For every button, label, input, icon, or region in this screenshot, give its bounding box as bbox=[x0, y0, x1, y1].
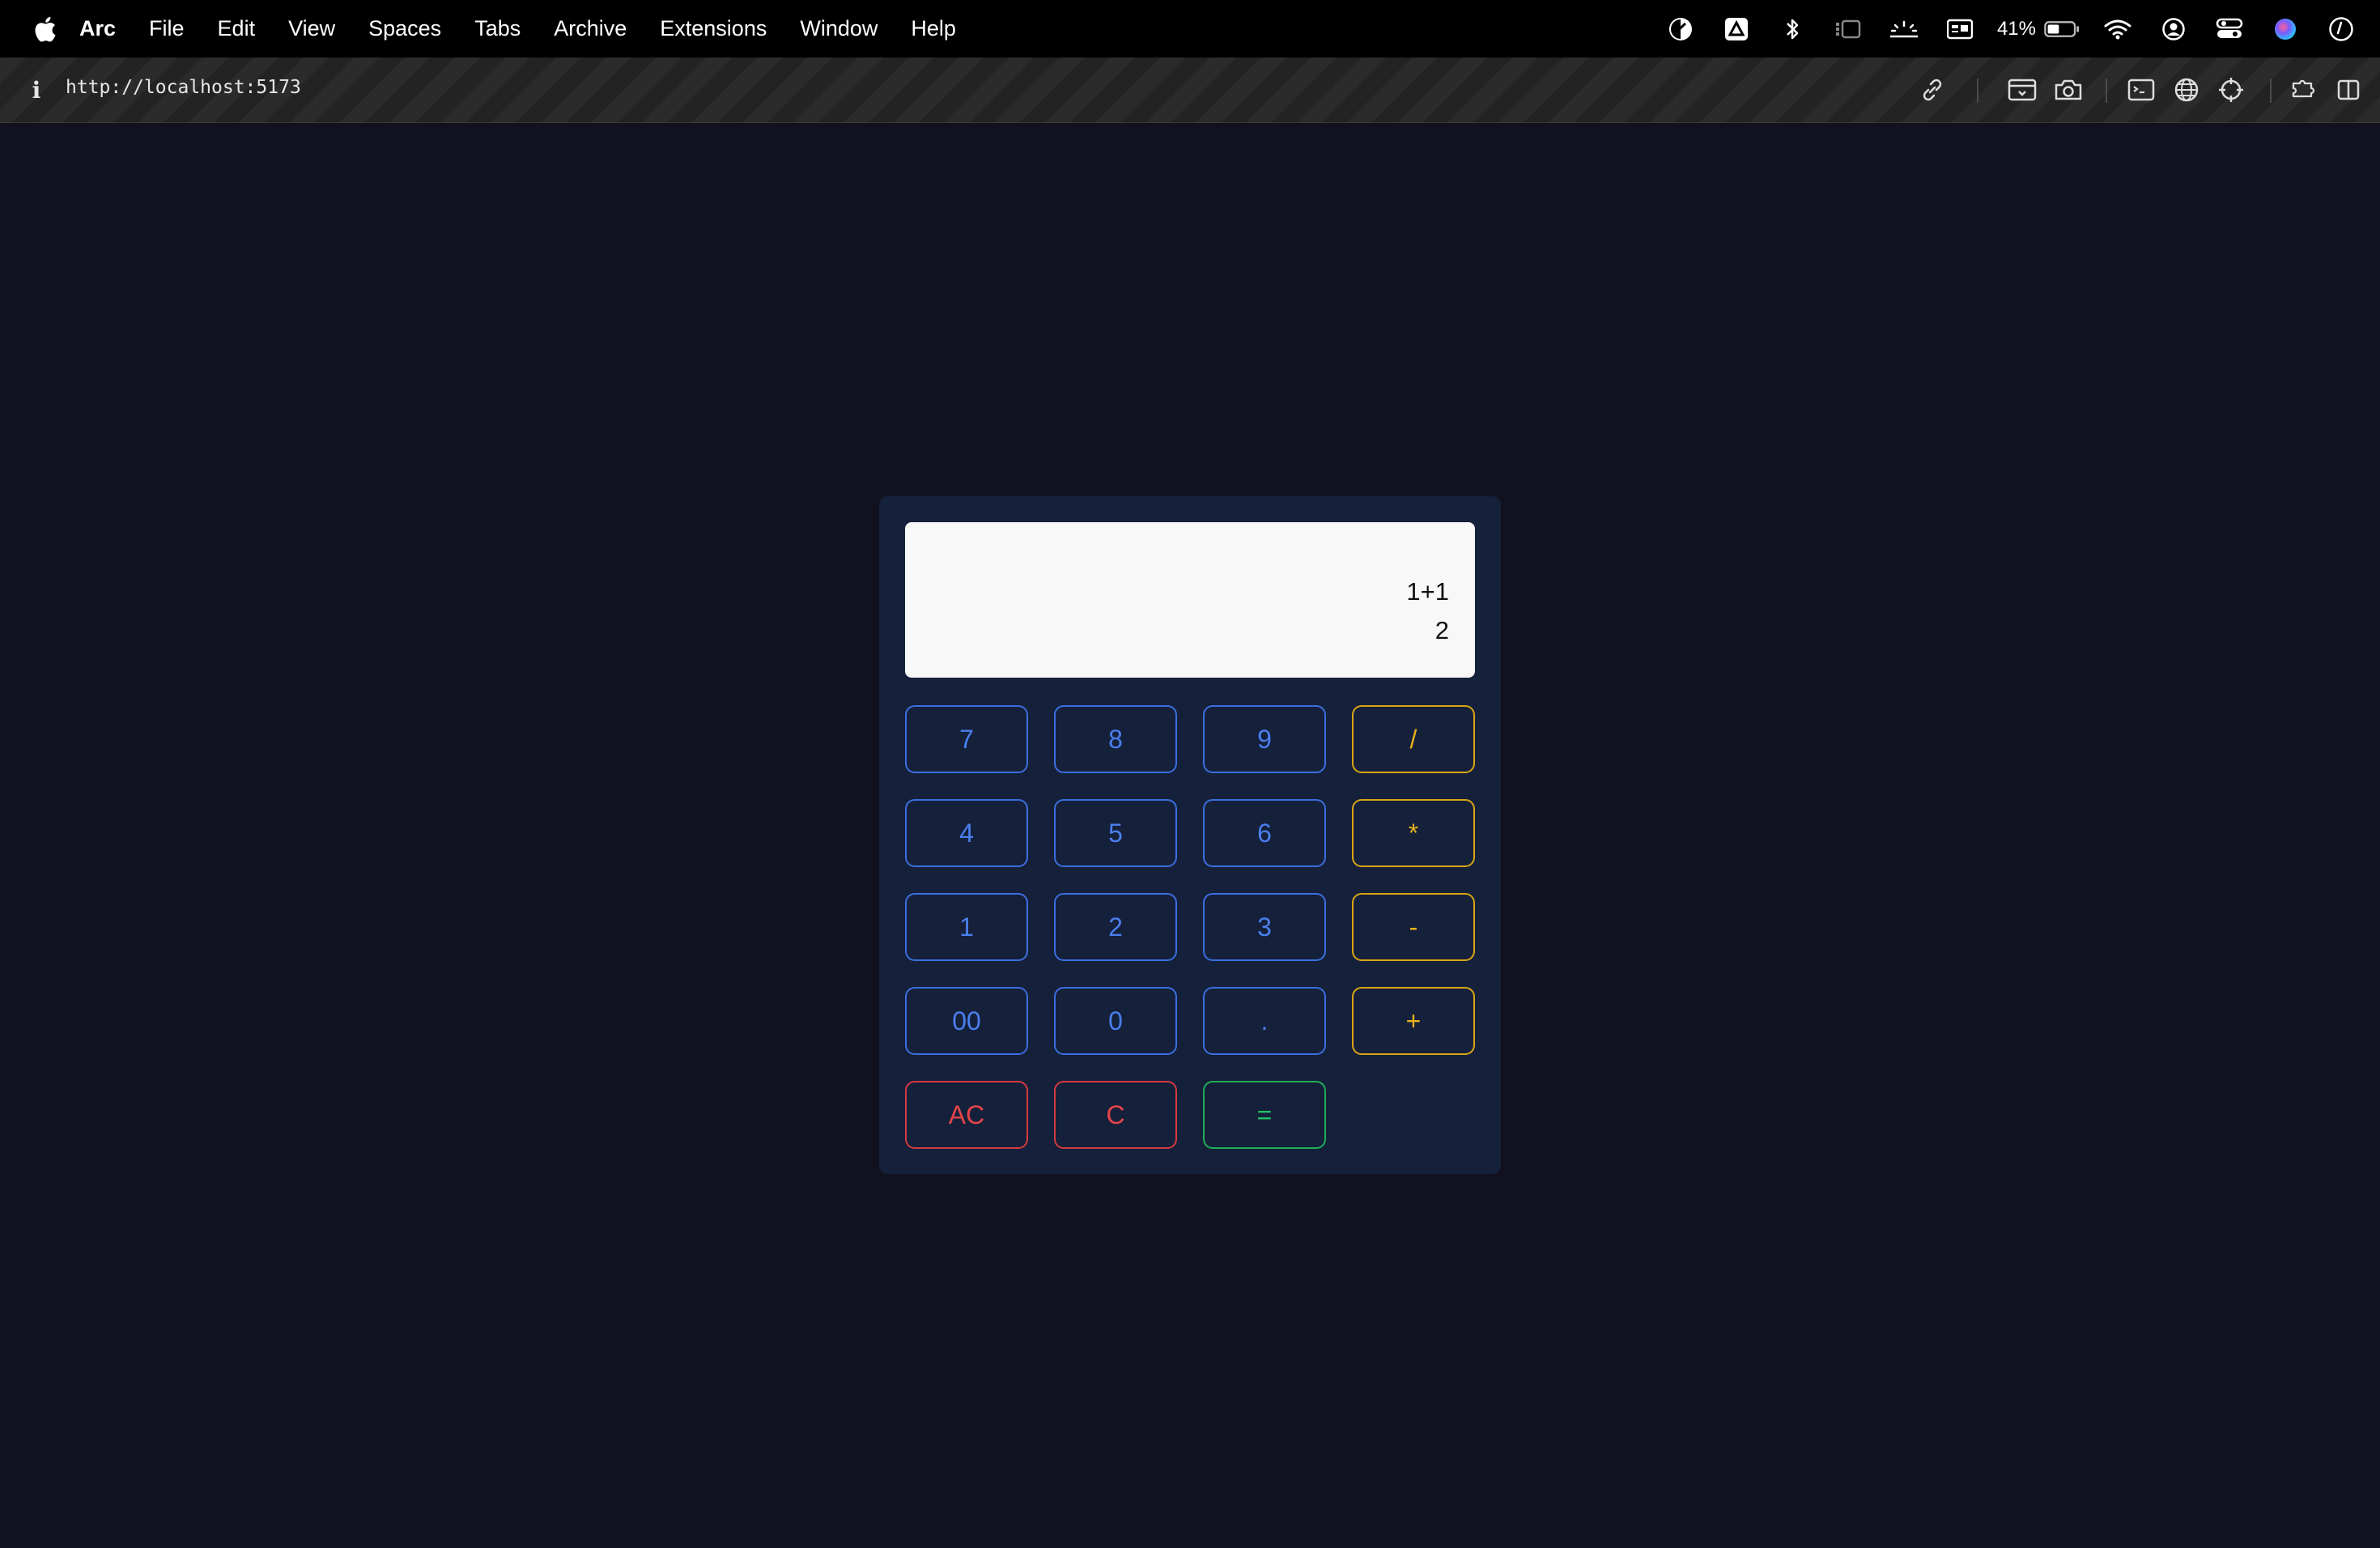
key-equals[interactable]: = bbox=[1203, 1081, 1326, 1149]
clock-icon[interactable] bbox=[2323, 11, 2359, 47]
camera-icon[interactable] bbox=[2052, 74, 2085, 106]
battery-percentage: 41% bbox=[1996, 17, 2036, 40]
menu-file[interactable]: File bbox=[149, 16, 185, 41]
siri-icon[interactable] bbox=[2267, 11, 2303, 47]
key-7[interactable]: 7 bbox=[905, 705, 1028, 773]
key-divide[interactable]: / bbox=[1352, 705, 1475, 773]
menu-edit[interactable]: Edit bbox=[218, 16, 256, 41]
control-center-icon[interactable] bbox=[2212, 11, 2247, 47]
key-1[interactable]: 1 bbox=[905, 893, 1028, 961]
menu-archive[interactable]: Archive bbox=[554, 16, 627, 41]
split-view-icon[interactable] bbox=[2332, 74, 2365, 106]
status-area: 41% bbox=[1643, 0, 2359, 57]
key-multiply[interactable]: * bbox=[1352, 799, 1475, 867]
calculator-display: 1+1 2 bbox=[905, 522, 1475, 678]
key-5[interactable]: 5 bbox=[1054, 799, 1177, 867]
capture-window-icon[interactable] bbox=[2006, 74, 2038, 106]
menu-window[interactable]: Window bbox=[800, 16, 878, 41]
user-account-icon[interactable] bbox=[2156, 11, 2191, 47]
key-0[interactable]: 0 bbox=[1054, 987, 1177, 1055]
calculator: 1+1 2 7 8 9 / 4 5 6 * 1 2 3 - 00 0 . + A… bbox=[879, 496, 1501, 1174]
key-plus[interactable]: + bbox=[1352, 987, 1475, 1055]
bluetooth-icon[interactable] bbox=[1774, 11, 1810, 47]
keyboard-layout-icon[interactable] bbox=[1942, 11, 1978, 47]
copy-link-icon[interactable] bbox=[1916, 74, 1949, 106]
key-3[interactable]: 3 bbox=[1203, 893, 1326, 961]
key-8[interactable]: 8 bbox=[1054, 705, 1177, 773]
crosshair-icon[interactable] bbox=[2215, 74, 2247, 106]
key-6[interactable]: 6 bbox=[1203, 799, 1326, 867]
toolbar-divider bbox=[2106, 79, 2107, 103]
menu-view[interactable]: View bbox=[288, 16, 335, 41]
display-result: 2 bbox=[1434, 616, 1449, 644]
key-decimal[interactable]: . bbox=[1203, 987, 1326, 1055]
menu-extensions[interactable]: Extensions bbox=[660, 16, 767, 41]
toolbar-divider bbox=[1977, 79, 1978, 103]
menu-app-name[interactable]: Arc bbox=[79, 16, 116, 41]
key-minus[interactable]: - bbox=[1352, 893, 1475, 961]
address-bar-url[interactable]: http://localhost:5173 bbox=[66, 77, 301, 98]
key-all-clear[interactable]: AC bbox=[905, 1081, 1028, 1149]
menu-bar: Arc File Edit View Spaces Tabs Archive E… bbox=[0, 0, 2380, 57]
key-00[interactable]: 00 bbox=[905, 987, 1028, 1055]
apple-menu-icon[interactable] bbox=[32, 15, 57, 43]
browser-toolbar: i http://localhost:5173 bbox=[0, 57, 2380, 123]
menu-tabs[interactable]: Tabs bbox=[474, 16, 521, 41]
key-clear[interactable]: C bbox=[1054, 1081, 1177, 1149]
drive-triangle-icon[interactable] bbox=[1719, 11, 1754, 47]
key-4[interactable]: 4 bbox=[905, 799, 1028, 867]
display-expression: 1+1 bbox=[1406, 577, 1449, 606]
battery-icon[interactable] bbox=[2044, 11, 2080, 47]
site-info-icon[interactable]: i bbox=[24, 74, 49, 106]
display-brightness-icon[interactable] bbox=[1886, 11, 1922, 47]
stage-manager-icon[interactable] bbox=[1830, 11, 1866, 47]
extensions-puzzle-icon[interactable] bbox=[2286, 74, 2318, 106]
menu-spaces[interactable]: Spaces bbox=[368, 16, 441, 41]
globe-icon[interactable] bbox=[2170, 74, 2203, 106]
key-2[interactable]: 2 bbox=[1054, 893, 1177, 961]
key-9[interactable]: 9 bbox=[1203, 705, 1326, 773]
terminal-icon[interactable] bbox=[2125, 74, 2157, 106]
half-moon-icon[interactable] bbox=[1663, 11, 1698, 47]
menu-help[interactable]: Help bbox=[911, 16, 956, 41]
wifi-icon[interactable] bbox=[2100, 11, 2136, 47]
toolbar-divider bbox=[2270, 79, 2272, 103]
